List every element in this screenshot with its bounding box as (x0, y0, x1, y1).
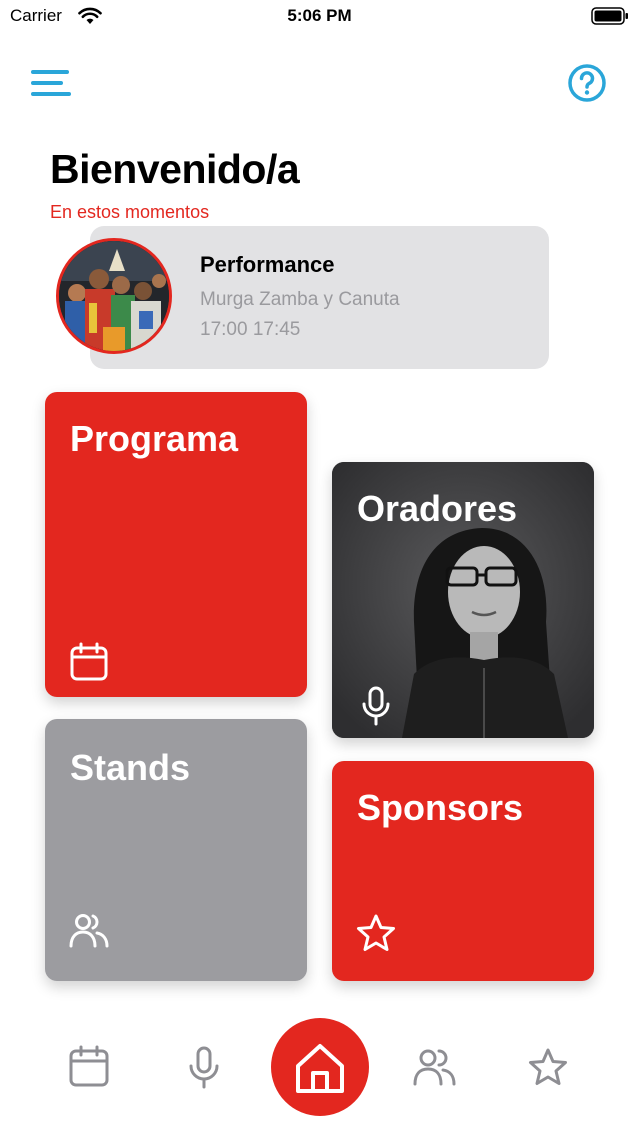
tab-star-icon[interactable] (518, 1038, 578, 1098)
status-bar: Carrier 5:06 PM (0, 0, 639, 34)
sponsors-tile[interactable]: Sponsors (332, 761, 594, 981)
programa-tile-label: Programa (70, 418, 239, 459)
now-playing-category: Performance (200, 252, 335, 277)
page-title: Bienvenido/a (50, 146, 300, 192)
help-icon[interactable] (567, 63, 607, 103)
stands-tile[interactable]: Stands (45, 719, 307, 981)
programa-tile[interactable]: Programa (45, 392, 307, 697)
section-subtitle: En estos momentos (50, 202, 210, 222)
tab-people-icon[interactable] (404, 1038, 464, 1098)
now-playing-name: Murga Zamba y Canuta (200, 289, 400, 310)
tab-calendar-icon[interactable] (59, 1038, 119, 1098)
people-icon (69, 914, 109, 948)
oradores-tile-label: Oradores (357, 488, 518, 529)
menu-icon[interactable] (31, 67, 71, 101)
oradores-tile[interactable]: Oradores (332, 462, 594, 738)
sponsors-tile-label: Sponsors (357, 787, 524, 828)
home-button[interactable] (271, 1018, 369, 1116)
tab-microphone-icon[interactable] (174, 1038, 234, 1098)
now-playing-time: 17:00 17:45 (200, 319, 301, 340)
home-icon (296, 1044, 344, 1093)
calendar-icon (70, 642, 108, 681)
performance-photo (59, 241, 169, 351)
battery-icon (591, 7, 628, 25)
performance-avatar[interactable] (56, 238, 172, 354)
microphone-icon (362, 686, 390, 726)
star-icon (357, 914, 395, 951)
stands-tile-label: Stands (70, 747, 191, 788)
status-time: 5:06 PM (287, 6, 352, 25)
